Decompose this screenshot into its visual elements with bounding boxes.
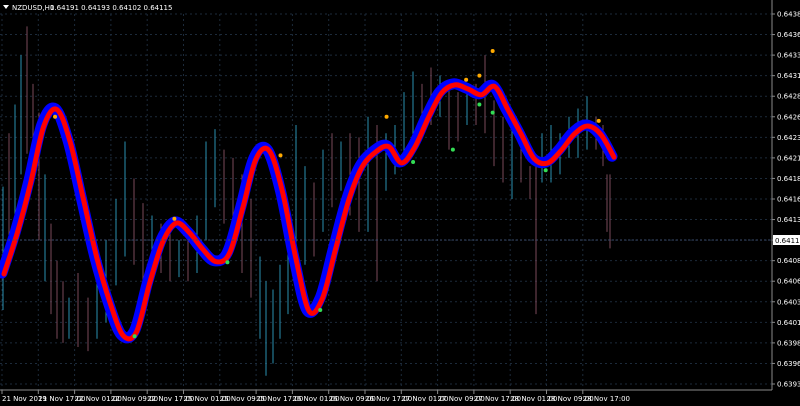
price-tick-label: 0.64210	[777, 154, 800, 162]
price-tick-label: 0.64160	[777, 196, 800, 204]
sell-signal-dot	[278, 153, 283, 158]
buy-signal-dot	[450, 147, 455, 152]
chart-header[interactable]: NZDUSD,H1 0.64191 0.64193 0.64102 0.6411…	[3, 4, 172, 12]
buy-signal-dot	[318, 308, 323, 312]
price-tick-label: 0.64310	[777, 72, 800, 80]
price-tick-label: 0.64385	[777, 11, 800, 19]
buy-signal-dot	[132, 334, 137, 339]
buy-signal-dot	[490, 110, 495, 115]
time-tick-label: 28 Nov 17:00	[583, 395, 630, 403]
buy-signal-dot	[411, 160, 416, 164]
buy-signal-dot	[477, 102, 482, 107]
current-price-text: 0.64115	[775, 237, 800, 245]
price-tick-label: 0.64035	[777, 298, 800, 306]
price-tick-label: 0.63985	[777, 339, 800, 347]
symbol-label: NZDUSD,H1	[12, 4, 54, 12]
chart-background	[0, 0, 800, 406]
price-tick-label: 0.63935	[777, 381, 800, 389]
sell-signal-dot	[477, 73, 482, 78]
price-tick-label: 0.64260	[777, 113, 800, 121]
sell-signal-dot	[53, 114, 58, 119]
sell-signal-dot	[596, 118, 601, 123]
price-tick-label: 0.64360	[777, 31, 800, 39]
ohlc-values: 0.64191 0.64193 0.64102 0.64115	[50, 4, 172, 12]
price-tick-label: 0.64185	[777, 175, 800, 183]
sell-signal-dot	[172, 216, 177, 221]
sell-signal-dot	[464, 77, 469, 82]
buy-signal-dot	[225, 260, 230, 265]
price-tick-label: 0.64060	[777, 278, 800, 286]
price-tick-label: 0.64135	[777, 216, 800, 224]
current-price-label: 0.64115	[773, 235, 800, 245]
price-tick-label: 0.64010	[777, 319, 800, 327]
price-tick-label: 0.63960	[777, 360, 800, 368]
price-tick-label: 0.64285	[777, 93, 800, 101]
price-chart[interactable]: 0.64385 0.64360 0.64335 0.64310 0.64285 0.642…	[0, 0, 800, 406]
buy-signal-dot	[543, 168, 548, 173]
sell-signal-dot	[384, 114, 389, 119]
price-tick-label: 0.64085	[777, 257, 800, 265]
price-tick-label: 0.64235	[777, 134, 800, 142]
price-tick-label: 0.64335	[777, 52, 800, 60]
sell-signal-dot	[490, 49, 495, 53]
